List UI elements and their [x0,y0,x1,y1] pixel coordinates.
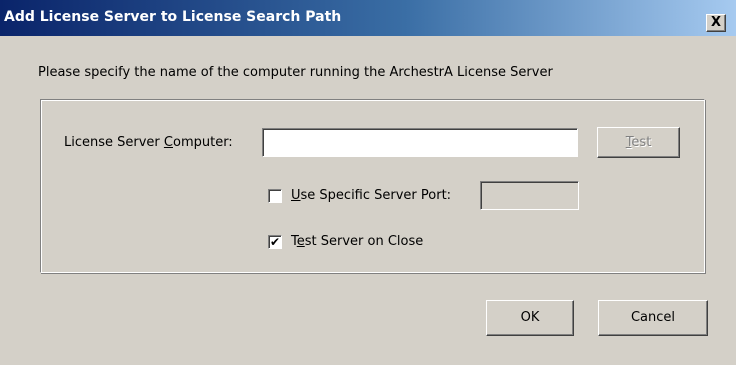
test-button[interactable]: Test [597,127,680,158]
instruction-text: Please specify the name of the computer … [38,65,553,80]
license-server-computer-label: License Server Computer: [64,135,233,150]
test-server-on-close-checkbox[interactable]: ✔ [268,235,282,249]
dialog-title: Add License Server to License Search Pat… [4,9,342,25]
use-specific-port-label[interactable]: Use Specific Server Port: [291,188,451,203]
close-icon: X [710,15,722,30]
checkmark-icon: ✔ [269,235,281,249]
ok-button[interactable]: OK [486,300,574,336]
close-button[interactable]: X [706,14,726,32]
cancel-button[interactable]: Cancel [598,300,708,336]
license-server-computer-input[interactable] [262,128,578,157]
title-bar[interactable]: Add License Server to License Search Pat… [0,0,736,36]
server-port-input[interactable] [480,181,579,210]
test-server-on-close-label[interactable]: Test Server on Close [291,234,423,249]
use-specific-port-checkbox[interactable] [268,189,282,203]
